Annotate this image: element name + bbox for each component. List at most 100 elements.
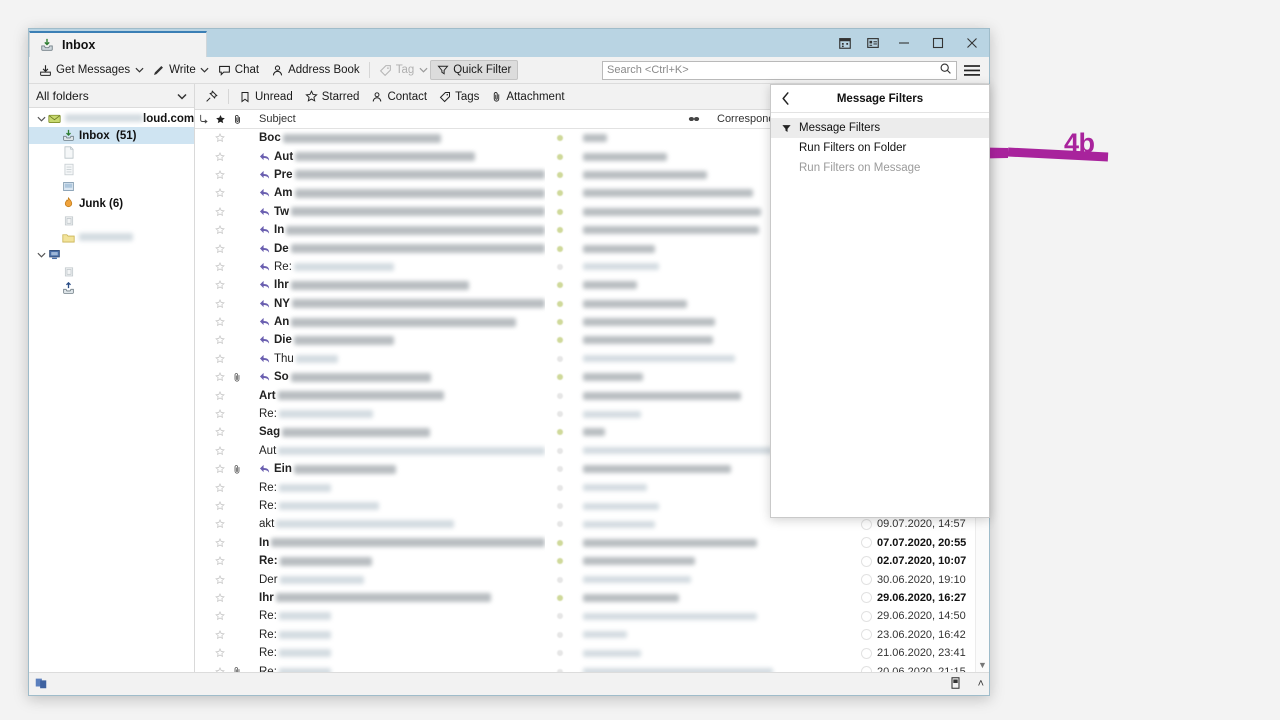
junk-cell[interactable] [545,386,575,404]
filter-starred-button[interactable]: Starred [299,87,366,106]
status-chevron-icon[interactable]: ˄ [978,678,984,690]
star-cell[interactable] [212,460,228,478]
junk-cell[interactable] [545,644,575,662]
filter-contact-button[interactable]: Contact [365,87,433,106]
folder-mode-selector[interactable]: All folders [29,84,194,108]
folder-item-6[interactable] [29,212,194,229]
junk-cell[interactable] [545,662,575,672]
junk-cell[interactable] [545,184,575,202]
junk-cell[interactable] [545,368,575,386]
star-cell[interactable] [212,184,228,202]
junk-cell[interactable] [545,589,575,607]
minimize-button[interactable] [887,29,921,57]
star-cell[interactable] [212,662,228,672]
star-cell[interactable] [212,405,228,423]
filter-tags-button[interactable]: Tags [433,87,485,106]
junk-cell[interactable] [545,570,575,588]
close-button[interactable] [955,29,989,57]
star-cell[interactable] [212,313,228,331]
write-dropdown[interactable] [198,60,212,80]
junk-cell[interactable] [545,460,575,478]
star-cell[interactable] [212,295,228,313]
junk-cell[interactable] [545,607,575,625]
star-cell[interactable] [212,423,228,441]
filter-unread-button[interactable]: Unread [233,87,299,106]
tab-inbox[interactable]: Inbox [29,31,207,57]
search-input[interactable]: Search <Ctrl+K> [602,60,957,80]
menu-item-run-filters-on-folder[interactable]: Run Filters on Folder [771,138,989,158]
folder-twisty-icon[interactable] [35,252,47,258]
star-cell[interactable] [212,166,228,184]
star-cell[interactable] [212,589,228,607]
calendar-icon[interactable] [831,29,859,57]
folder-item-loud-com[interactable]: loud.com [29,110,194,127]
junk-cell[interactable] [545,552,575,570]
address-book-button[interactable]: Address Book [265,60,366,80]
message-row[interactable]: Re: 20.06.2020, 21:15 [195,662,989,672]
star-cell[interactable] [212,644,228,662]
junk-cell[interactable] [545,203,575,221]
star-cell[interactable] [212,129,228,147]
star-cell[interactable] [212,607,228,625]
folder-item-7[interactable] [29,229,194,246]
star-cell[interactable] [212,239,228,257]
star-cell[interactable] [212,534,228,552]
tag-button[interactable]: Tag [373,60,417,80]
junk-cell[interactable] [545,442,575,460]
junk-cell[interactable] [545,331,575,349]
message-row[interactable]: Re: 23.06.2020, 16:42 [195,626,989,644]
app-menu-button[interactable] [959,59,985,81]
tag-dropdown[interactable] [416,60,430,80]
folder-item-2[interactable] [29,144,194,161]
starred-column-icon[interactable] [212,110,228,128]
star-cell[interactable] [212,331,228,349]
folder-item-inbox[interactable]: Inbox (51) [29,127,194,144]
star-cell[interactable] [212,386,228,404]
junk-cell[interactable] [545,405,575,423]
junk-cell[interactable] [545,626,575,644]
message-row[interactable]: In 07.07.2020, 20:55 [195,534,989,552]
junk-cell[interactable] [545,166,575,184]
maximize-button[interactable] [921,29,955,57]
get-messages-dropdown[interactable] [132,60,146,80]
folder-item-9[interactable] [29,263,194,280]
star-cell[interactable] [212,258,228,276]
tasks-icon[interactable] [859,29,887,57]
attachment-column-icon[interactable] [228,110,246,128]
star-cell[interactable] [212,147,228,165]
junk-cell[interactable] [545,478,575,496]
star-cell[interactable] [212,368,228,386]
menu-item-message-filters[interactable]: Message Filters [771,118,989,138]
message-row[interactable]: Ihr 29.06.2020, 16:27 [195,589,989,607]
chevron-left-icon[interactable] [771,92,799,105]
folder-item-8[interactable] [29,246,194,263]
star-cell[interactable] [212,350,228,368]
star-cell[interactable] [212,515,228,533]
write-button[interactable]: Write [146,60,198,80]
star-cell[interactable] [212,478,228,496]
star-cell[interactable] [212,203,228,221]
junk-cell[interactable] [545,295,575,313]
star-cell[interactable] [212,626,228,644]
junk-cell[interactable] [545,258,575,276]
junk-cell[interactable] [545,534,575,552]
junk-cell[interactable] [545,350,575,368]
message-row[interactable]: Re: 29.06.2020, 14:50 [195,607,989,625]
message-row[interactable]: Re: 21.06.2020, 23:41 [195,644,989,662]
junk-cell[interactable] [545,129,575,147]
folder-twisty-icon[interactable] [35,116,47,122]
junk-cell[interactable] [545,313,575,331]
folder-item-junk-6[interactable]: Junk (6) [29,195,194,212]
message-row[interactable]: Der 30.06.2020, 19:10 [195,570,989,588]
junk-cell[interactable] [545,497,575,515]
thread-column-icon[interactable] [195,110,212,128]
junk-column-icon[interactable] [679,110,709,128]
pin-icon[interactable] [199,87,224,106]
junk-cell[interactable] [545,515,575,533]
scroll-down-arrow[interactable]: ▼ [978,658,987,672]
quick-filter-button[interactable]: Quick Filter [430,60,519,80]
junk-cell[interactable] [545,239,575,257]
junk-cell[interactable] [545,221,575,239]
filter-attachment-button[interactable]: Attachment [485,87,570,106]
quota-icon[interactable] [949,676,962,693]
